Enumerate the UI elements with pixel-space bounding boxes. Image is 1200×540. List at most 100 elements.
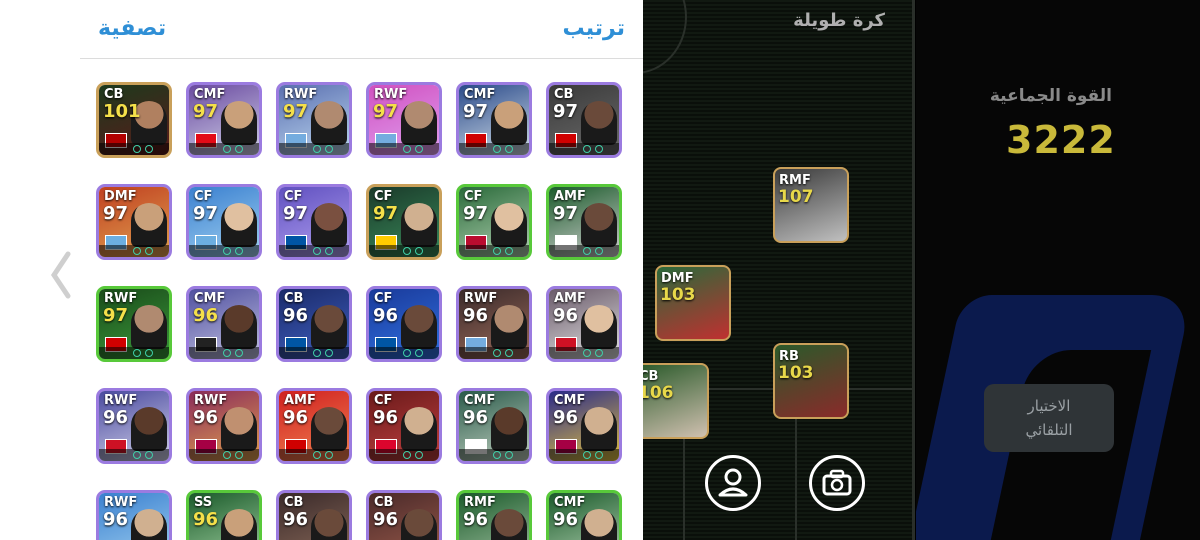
team-strength-label: القوة الجماعية — [989, 86, 1112, 106]
player-rating: 97 — [103, 305, 129, 326]
card-footer — [549, 143, 619, 155]
player-portrait — [581, 101, 617, 145]
player-card[interactable]: CMF 97 — [186, 82, 262, 158]
player-portrait — [131, 509, 167, 540]
player-card[interactable]: CB 96 — [366, 490, 442, 540]
player-card[interactable]: RWF 97 — [276, 82, 352, 158]
skill-indicator-icon — [223, 145, 231, 153]
player-portrait — [491, 509, 527, 540]
card-footer — [369, 245, 439, 257]
player-card[interactable]: RWF 96 — [96, 490, 172, 540]
skill-indicator-icon — [145, 451, 153, 459]
player-card[interactable]: AMF 97 — [546, 184, 622, 260]
pitch-player-card[interactable]: DMF 103 — [655, 265, 731, 341]
player-rating: 97 — [373, 203, 399, 224]
pitch-marking — [643, 0, 687, 74]
player-portrait — [221, 509, 257, 540]
card-footer — [279, 449, 349, 461]
skill-indicator-icon — [493, 451, 501, 459]
player-card[interactable]: CF 97 — [276, 184, 352, 260]
pitch-player-card[interactable]: RMF 107 — [773, 167, 849, 243]
player-card[interactable]: CB 96 — [276, 286, 352, 362]
player-position: CF — [464, 189, 483, 204]
skill-indicator-icon — [505, 145, 513, 153]
skill-indicator-icon — [235, 451, 243, 459]
skill-indicator-icon — [313, 247, 321, 255]
player-rating: 96 — [373, 305, 399, 326]
skill-indicator-icon — [223, 247, 231, 255]
player-card[interactable]: AMF 96 — [546, 286, 622, 362]
card-footer — [459, 245, 529, 257]
skill-indicator-icon — [133, 247, 141, 255]
player-rating: 96 — [553, 509, 579, 530]
player-position: RWF — [104, 393, 138, 408]
player-card[interactable]: RWF 97 — [366, 82, 442, 158]
player-portrait — [131, 407, 167, 451]
skill-indicator-icon — [133, 145, 141, 153]
player-card[interactable]: RWF 96 — [456, 286, 532, 362]
player-card[interactable]: RWF 97 — [96, 286, 172, 362]
player-position: CB — [374, 495, 394, 510]
card-footer — [99, 347, 169, 359]
player-portrait — [221, 203, 257, 247]
player-position: AMF — [284, 393, 316, 408]
chevron-left-icon[interactable] — [48, 250, 74, 300]
player-position: CMF — [194, 291, 226, 306]
player-portrait — [311, 509, 347, 540]
player-card[interactable]: RMF 96 — [456, 490, 532, 540]
player-card[interactable]: DMF 97 — [96, 184, 172, 260]
camera-icon — [822, 469, 852, 496]
player-card[interactable]: CF 96 — [366, 388, 442, 464]
skill-indicator-icon — [133, 451, 141, 459]
skill-indicator-icon — [223, 349, 231, 357]
player-position: CMF — [464, 393, 496, 408]
player-card[interactable]: RWF 96 — [186, 388, 262, 464]
player-position: CF — [374, 393, 393, 408]
player-card[interactable]: CMF 96 — [456, 388, 532, 464]
player-rating: 97 — [373, 101, 399, 122]
player-profile-button[interactable] — [705, 455, 761, 511]
player-card[interactable]: CMF 96 — [546, 388, 622, 464]
camera-button[interactable] — [809, 455, 865, 511]
player-card[interactable]: CF 97 — [366, 184, 442, 260]
player-card[interactable]: CMF 96 — [546, 490, 622, 540]
player-card[interactable]: CF 96 — [366, 286, 442, 362]
player-card[interactable]: CMF 97 — [456, 82, 532, 158]
auto-select-button[interactable]: الاختيار التلقائي — [984, 384, 1114, 452]
player-card[interactable]: CMF 96 — [186, 286, 262, 362]
skill-indicator-icon — [415, 247, 423, 255]
filter-button[interactable]: تصفية — [98, 16, 166, 41]
team-strength-value: 3222 — [1006, 118, 1116, 162]
skill-indicator-icon — [223, 451, 231, 459]
player-card[interactable]: CB 96 — [276, 490, 352, 540]
skill-indicator-icon — [583, 145, 591, 153]
team-summary-panel: القوة الجماعية 3222 الاختيار التلقائي — [916, 0, 1200, 540]
player-card[interactable]: SS 96 — [186, 490, 262, 540]
skill-indicator-icon — [415, 349, 423, 357]
pitch-player-card[interactable]: CB 106 — [643, 363, 709, 439]
player-card[interactable]: CB 97 — [546, 82, 622, 158]
player-portrait — [221, 101, 257, 145]
sort-button[interactable]: ترتيب — [563, 16, 625, 41]
card-footer — [549, 347, 619, 359]
player-rating: 97 — [463, 203, 489, 224]
player-card[interactable]: RWF 96 — [96, 388, 172, 464]
skill-indicator-icon — [505, 247, 513, 255]
player-card[interactable]: CF 97 — [456, 184, 532, 260]
player-card[interactable]: AMF 96 — [276, 388, 352, 464]
player-rating: 97 — [193, 101, 219, 122]
person-icon — [718, 468, 748, 497]
player-portrait — [401, 101, 437, 145]
pitch-player-card[interactable]: RB 103 — [773, 343, 849, 419]
player-rating: 97 — [463, 101, 489, 122]
player-portrait — [131, 203, 167, 247]
card-footer — [459, 143, 529, 155]
player-rating: 96 — [103, 509, 129, 530]
player-portrait — [311, 407, 347, 451]
player-position: DMF — [661, 271, 694, 286]
player-card[interactable]: CB 101 — [96, 82, 172, 158]
sheet-header: تصفية ترتيب — [80, 0, 643, 59]
skill-indicator-icon — [415, 145, 423, 153]
player-card[interactable]: CF 97 — [186, 184, 262, 260]
skill-indicator-icon — [403, 349, 411, 357]
